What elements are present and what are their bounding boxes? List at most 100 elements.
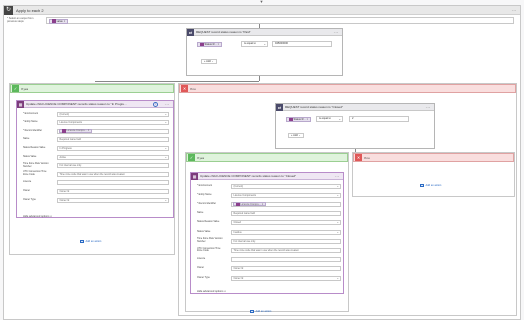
value-token-chip[interactable]: value × [49, 18, 69, 24]
operator-label: is equal to [244, 42, 256, 45]
add-label: Add [293, 134, 298, 137]
add-action-icon [420, 184, 424, 187]
field-input[interactable]: Licence Compo... × [231, 201, 341, 207]
field-label: Licence [23, 180, 32, 184]
field-input[interactable]: Owner Id ⌄ [57, 197, 169, 203]
chevron-down-icon: ⌄ [336, 220, 339, 225]
operator-select[interactable]: is equal to ⌄ [241, 41, 268, 47]
field-input[interactable]: For internal use only. [57, 163, 169, 169]
field-value: In Progress [59, 146, 72, 150]
field-input[interactable]: Closed ⌄ [231, 220, 341, 226]
form-row: Status Reason Value Closed ⌄ [197, 220, 341, 226]
field-input[interactable]: Active ⌄ [57, 154, 169, 160]
yes-branch-header[interactable]: ✓ If yes [10, 84, 174, 93]
chip-label: Licence Compo... [240, 202, 261, 206]
field-label: Owner [23, 189, 31, 193]
field-value: (Current) [233, 184, 244, 188]
field-input[interactable]: In Progress ⌄ [57, 145, 169, 151]
field-value: Required name field [233, 212, 255, 216]
no-branch-header[interactable]: ✕ If no [179, 84, 516, 93]
operator-select[interactable]: is equal to ⌄ [316, 116, 343, 122]
more-options-icon[interactable]: ··· [334, 30, 340, 35]
field-input[interactable]: Licence Components ⌄ [57, 120, 169, 126]
form-row: Time Zone Rule Version Number For interna… [23, 162, 169, 169]
status-reason-chip[interactable]: Status R... × [197, 42, 223, 47]
field-value: Owner Id [59, 198, 70, 202]
remove-token-icon[interactable]: × [88, 129, 90, 133]
form-row: Status Value Inactive ⌄ [197, 229, 341, 235]
status-reason-chip[interactable]: Status R... × [286, 117, 312, 122]
condition-closed-header[interactable]: ⇄ REQUEST record status reason is "Close… [276, 103, 434, 111]
field-label: Name [197, 211, 204, 215]
update-closed-header[interactable]: ▦ Update child LICENCE COMPONENT records… [191, 172, 343, 180]
field-input[interactable]: Time zone code that was in use when the … [231, 247, 341, 253]
hide-advanced-options[interactable]: Hide advanced options ∧ [23, 215, 52, 218]
field-value: (Current) [59, 112, 70, 116]
condition-paid-header[interactable]: ⇄ REQUEST record status reason is "Paid"… [187, 28, 342, 36]
field-value: Inactive [233, 230, 242, 234]
record-id-chip[interactable]: Licence Compo... × [59, 129, 93, 134]
more-options-icon[interactable]: ··· [165, 102, 171, 107]
check-icon: ✓ [12, 85, 19, 92]
record-id-chip[interactable]: Licence Compo... × [233, 202, 267, 207]
field-input[interactable]: (Current) ⌄ [231, 183, 341, 189]
yes-branch-header[interactable]: ✓ If yes [186, 153, 348, 162]
close-icon: ✕ [181, 85, 188, 92]
condition-value-input[interactable]: 945000000 [272, 41, 332, 47]
add-action-button[interactable]: Add an action [420, 184, 441, 187]
field-input[interactable]: Licence Components ⌄ [231, 192, 341, 198]
add-row-button[interactable]: + Add ⌄ [288, 133, 304, 138]
add-action-button[interactable]: Add an action [80, 240, 101, 243]
apply-to-each-header[interactable]: ↻ Apply to each 2 ··· [4, 5, 520, 15]
condition-value-input[interactable]: 2 [349, 116, 409, 122]
add-action-button[interactable]: Add an action [250, 310, 271, 313]
info-icon[interactable]: i [153, 102, 158, 107]
more-options-icon[interactable]: ··· [512, 8, 518, 13]
select-output-field[interactable]: value × [46, 17, 514, 24]
form-row: * Record identifier Licence Compo... × [23, 128, 169, 134]
update-in-progress-header[interactable]: ▦ Update child LICENCE COMPONENT records… [17, 100, 173, 108]
no-branch-header[interactable]: ✕ If no [353, 153, 514, 162]
remove-token-icon[interactable]: × [218, 43, 220, 46]
field-value: Owner Id [59, 189, 70, 193]
field-value: Owner Id [233, 267, 244, 271]
field-value: For internal use only. [233, 239, 256, 243]
field-input[interactable]: Owner Id [57, 188, 169, 194]
remove-token-icon[interactable]: × [262, 203, 264, 207]
form-row: Name Required name field [23, 137, 169, 143]
no-branch-label: If no [364, 155, 370, 160]
form-row: UTC Conversion Time Zone Code Time zone c… [197, 247, 341, 253]
close-icon: ✕ [355, 154, 362, 161]
operator-label: is equal to [319, 117, 331, 120]
remove-token-icon[interactable]: × [64, 20, 66, 23]
field-input[interactable]: Licence Compo... × [57, 128, 169, 134]
remove-token-icon[interactable]: × [307, 118, 309, 121]
more-options-icon[interactable]: ··· [426, 105, 432, 110]
field-label: * Entity Name [197, 192, 212, 196]
field-input[interactable] [231, 257, 341, 263]
field-label: * Environment [197, 183, 213, 187]
hide-advanced-options[interactable]: Hide advanced options ∧ [197, 290, 226, 293]
field-value: Time zone code that was in use when the … [233, 248, 300, 252]
form-row: Licence [23, 180, 169, 186]
field-input[interactable]: (Current) ⌄ [57, 111, 169, 117]
loop-icon: ↻ [4, 5, 13, 15]
add-row-button[interactable]: + Add ⌄ [201, 59, 217, 64]
form-row: * Entity Name Licence Components ⌄ [197, 192, 341, 198]
field-label: UTC Conversion Time Zone Code [23, 170, 47, 177]
form-row: Status Reason Value In Progress ⌄ [23, 145, 169, 151]
field-input[interactable]: Owner Id [231, 266, 341, 272]
field-input[interactable]: Inactive ⌄ [231, 229, 341, 235]
field-input[interactable]: Owner Id ⌄ [231, 275, 341, 281]
field-input[interactable]: For internal use only. [231, 238, 341, 244]
field-input[interactable]: Required name field [57, 137, 169, 143]
field-input[interactable]: Required name field [231, 211, 341, 217]
field-label: UTC Conversion Time Zone Code [197, 246, 221, 253]
flow-down-arrow-icon: ▼ [259, 0, 264, 4]
dataverse-icon [52, 19, 56, 23]
field-label: * Record identifier [23, 128, 43, 132]
add-action-icon [250, 310, 254, 313]
field-input[interactable] [57, 180, 169, 186]
field-input[interactable]: Time zone code that was in use when the … [57, 171, 169, 177]
more-options-icon[interactable]: ··· [335, 174, 341, 179]
